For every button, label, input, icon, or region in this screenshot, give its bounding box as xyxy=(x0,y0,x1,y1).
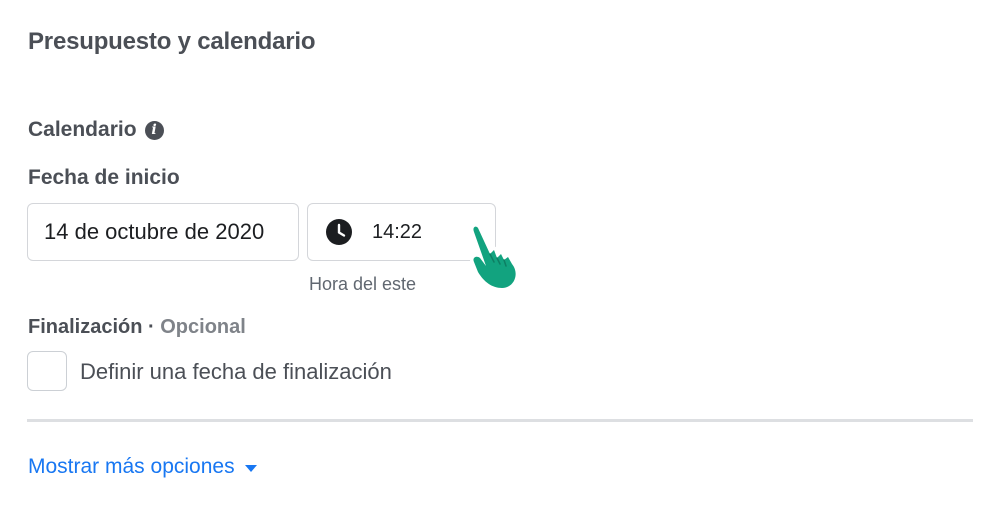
caret-down-icon xyxy=(244,464,257,472)
pointer-hand-icon xyxy=(470,223,520,292)
calendar-label-row: Calendario i xyxy=(28,118,164,142)
label-separator: · xyxy=(142,316,161,338)
clock-icon xyxy=(326,219,352,245)
section-title: Presupuesto y calendario xyxy=(28,28,316,55)
info-icon[interactable]: i xyxy=(144,120,164,140)
show-more-options-link[interactable]: Mostrar más opciones xyxy=(28,455,257,479)
timezone-label: Hora del este xyxy=(309,274,417,294)
calendar-label: Calendario xyxy=(28,118,137,141)
start-time-value: 14:22 xyxy=(372,220,423,243)
show-more-options-label: Mostrar más opciones xyxy=(28,455,235,478)
start-date-label: Fecha de inicio xyxy=(28,166,180,189)
start-date-value: 14 de octubre de 2020 xyxy=(44,219,265,244)
section-divider xyxy=(27,419,973,422)
end-date-label: Finalización xyxy=(28,316,143,338)
optional-tag: Opcional xyxy=(160,316,246,338)
start-date-field[interactable]: 14 de octubre de 2020 xyxy=(27,203,299,261)
end-date-label-row: Finalización · Opcional xyxy=(28,316,246,339)
end-date-checkbox[interactable] xyxy=(27,351,67,391)
end-date-checkbox-label[interactable]: Definir una fecha de finalización xyxy=(80,359,392,385)
